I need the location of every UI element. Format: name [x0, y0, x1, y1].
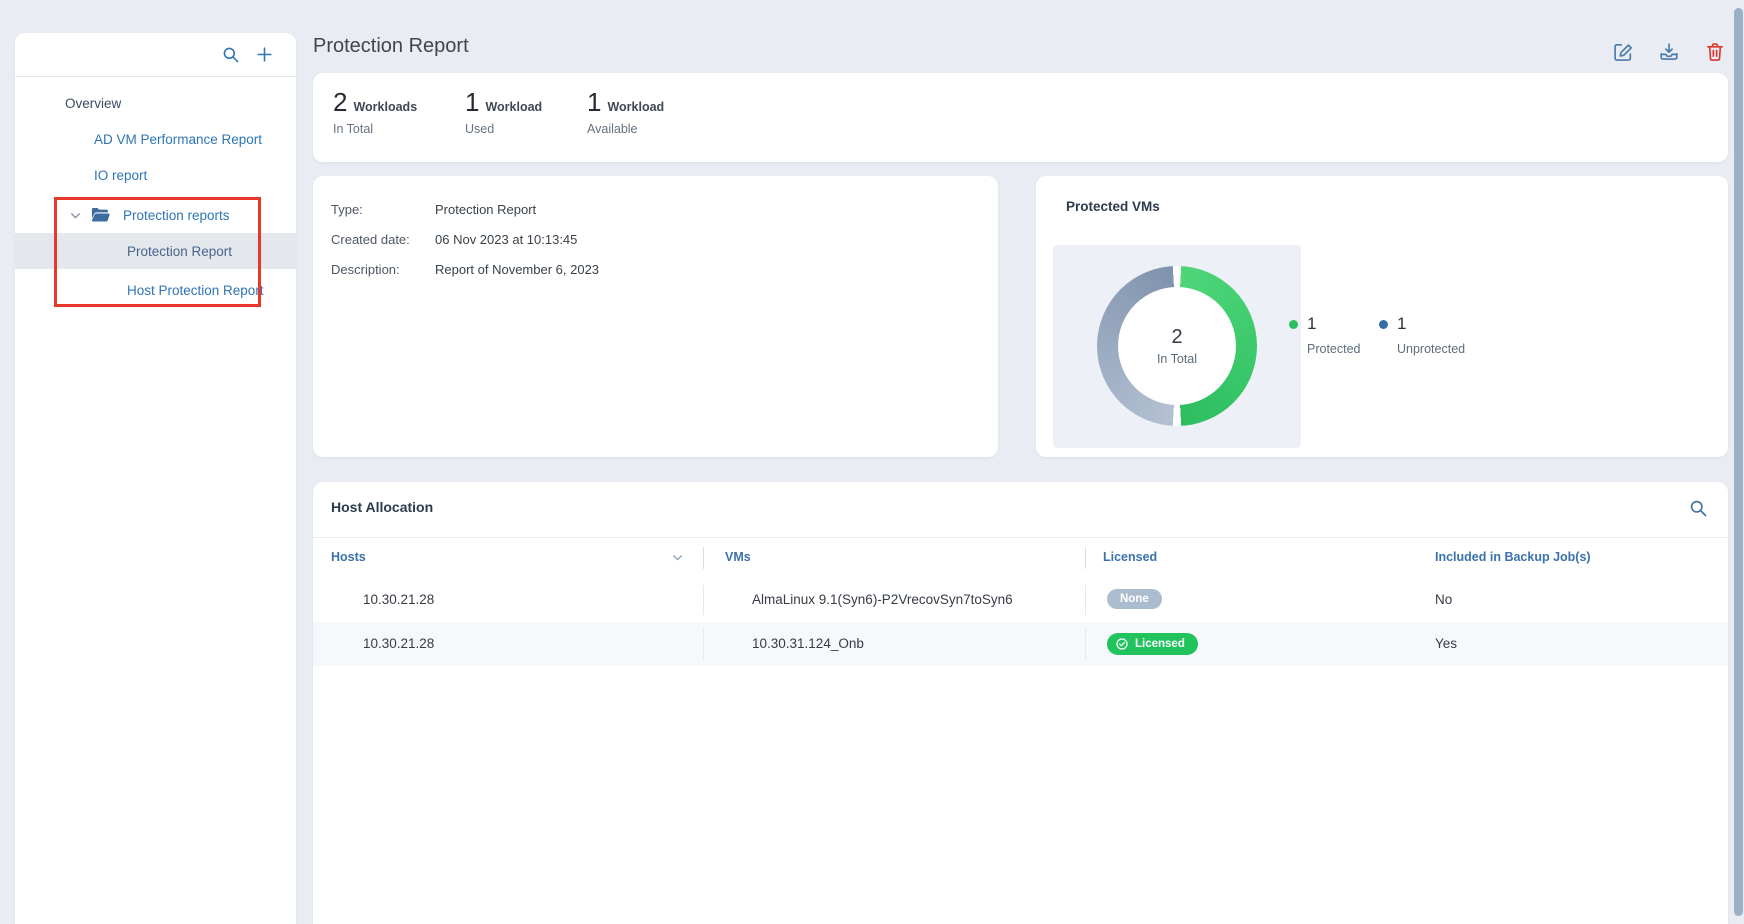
legend-label: Protected — [1307, 342, 1379, 356]
cell-included: Yes — [1435, 636, 1457, 651]
host-allocation-card: Host Allocation Hosts VMs Licensed Inclu… — [313, 482, 1728, 924]
donut-chart: 2 In Total — [1097, 266, 1257, 426]
page-title: Protection Report — [313, 35, 469, 58]
stat-unit: Workload — [607, 100, 664, 114]
open-folder-icon — [90, 206, 111, 224]
stat-used-workloads: 1 Workload Used — [465, 88, 587, 162]
sidebar-item-label: AD VM Performance Report — [94, 132, 262, 147]
legend-value: 1 — [1397, 314, 1406, 334]
protected-vms-title: Protected VMs — [1066, 199, 1160, 214]
license-status-badge: Licensed — [1107, 633, 1198, 655]
table-row[interactable]: 10.30.21.28 AlmaLinux 9.1(Syn6)-P2Vrecov… — [313, 578, 1728, 622]
detail-value: Report of November 6, 2023 — [435, 262, 599, 277]
stat-unit: Workload — [485, 100, 542, 114]
unprotected-dot-icon — [1379, 320, 1388, 329]
add-report-icon[interactable] — [255, 45, 274, 64]
sidebar-toolbar — [15, 33, 296, 77]
legend-label: Unprotected — [1397, 342, 1469, 356]
column-divider — [1085, 585, 1086, 615]
donut-total-label: In Total — [1157, 352, 1197, 366]
protected-vms-card: Protected VMs 2 In Total 1 Protected 1 U… — [1036, 176, 1728, 457]
table-search-icon[interactable] — [1688, 498, 1708, 518]
report-details-card: Type: Protection Report Created date: 06… — [313, 176, 998, 457]
report-actions — [1612, 41, 1726, 63]
sidebar-item-overview[interactable]: Overview — [15, 85, 296, 121]
sort-chevron-icon[interactable] — [671, 551, 684, 564]
stat-value: 1 — [465, 88, 479, 117]
column-divider — [1085, 629, 1086, 659]
sidebar-item-ad-vm-performance-report[interactable]: AD VM Performance Report — [15, 121, 296, 157]
stat-label: Used — [465, 122, 587, 136]
sidebar-item-io-report[interactable]: IO report — [15, 157, 296, 193]
sidebar-item-label: Protection reports — [123, 208, 230, 223]
edit-icon[interactable] — [1612, 41, 1634, 63]
stat-value: 1 — [587, 88, 601, 117]
detail-value: Protection Report — [435, 202, 536, 217]
sidebar-item-label: Overview — [65, 96, 121, 111]
check-circle-icon — [1115, 637, 1129, 651]
protected-vms-chart: 2 In Total — [1053, 245, 1301, 448]
chart-legend: 1 Protected 1 Unprotected — [1289, 314, 1469, 356]
column-divider — [703, 629, 704, 659]
report-tree: Overview AD VM Performance Report IO rep… — [15, 77, 296, 308]
column-divider — [1085, 547, 1086, 569]
column-header-vms: VMs — [725, 550, 751, 564]
column-header-included: Included in Backup Job(s) — [1435, 550, 1591, 564]
delete-icon[interactable] — [1704, 41, 1726, 63]
detail-label: Created date: — [331, 232, 435, 247]
detail-label: Type: — [331, 202, 435, 217]
detail-label: Description: — [331, 262, 435, 277]
protected-dot-icon — [1289, 320, 1298, 329]
stat-value: 2 — [333, 88, 347, 117]
stat-total-workloads: 2 Workloads In Total — [333, 88, 465, 162]
sidebar: Overview AD VM Performance Report IO rep… — [15, 33, 296, 924]
detail-row-description: Description: Report of November 6, 2023 — [331, 259, 998, 280]
sidebar-item-label: IO report — [94, 168, 147, 183]
donut-center: 2 In Total — [1118, 287, 1236, 405]
stat-label: Available — [587, 122, 719, 136]
column-header-licensed: Licensed — [1103, 550, 1157, 564]
cell-licensed: None — [1107, 589, 1162, 609]
vertical-scrollbar[interactable] — [1734, 8, 1743, 916]
badge-label: Licensed — [1135, 638, 1185, 650]
table-row[interactable]: 10.30.21.28 10.30.31.124_Onb Licensed Ye… — [313, 622, 1728, 666]
donut-total-value: 2 — [1171, 326, 1182, 349]
cell-vm: AlmaLinux 9.1(Syn6)-P2VrecovSyn7toSyn6 — [752, 592, 1013, 607]
export-icon[interactable] — [1658, 41, 1680, 63]
cell-host: 10.30.21.28 — [363, 592, 434, 607]
detail-row-type: Type: Protection Report — [331, 199, 998, 220]
table-header: Hosts VMs Licensed Included in Backup Jo… — [313, 537, 1728, 578]
column-divider — [703, 585, 704, 615]
license-status-badge: None — [1107, 589, 1162, 609]
stat-label: In Total — [333, 122, 465, 136]
sidebar-item-host-protection-report[interactable]: Host Protection Report — [15, 272, 296, 308]
detail-row-created-date: Created date: 06 Nov 2023 at 10:13:45 — [331, 229, 998, 250]
sidebar-item-protection-report[interactable]: Protection Report — [15, 233, 296, 269]
legend-item-protected: 1 Protected — [1289, 314, 1379, 356]
sidebar-item-label: Host Protection Report — [127, 283, 264, 298]
chevron-down-icon — [69, 209, 82, 222]
host-allocation-title: Host Allocation — [331, 499, 433, 515]
cell-vm: 10.30.31.124_Onb — [752, 636, 864, 651]
legend-item-unprotected: 1 Unprotected — [1379, 314, 1469, 356]
sidebar-folder-protection-reports[interactable]: Protection reports — [15, 197, 296, 233]
cell-host: 10.30.21.28 — [363, 636, 434, 651]
legend-value: 1 — [1307, 314, 1316, 334]
column-header-hosts[interactable]: Hosts — [331, 550, 366, 564]
stat-unit: Workloads — [353, 100, 417, 114]
sidebar-item-label: Protection Report — [127, 244, 232, 259]
workloads-summary-card: 2 Workloads In Total 1 Workload Used 1 W… — [313, 73, 1728, 162]
cell-licensed: Licensed — [1107, 633, 1198, 655]
stat-available-workloads: 1 Workload Available — [587, 88, 719, 162]
cell-included: No — [1435, 592, 1452, 607]
detail-value: 06 Nov 2023 at 10:13:45 — [435, 232, 577, 247]
column-divider — [703, 547, 704, 569]
search-icon[interactable] — [221, 45, 240, 64]
